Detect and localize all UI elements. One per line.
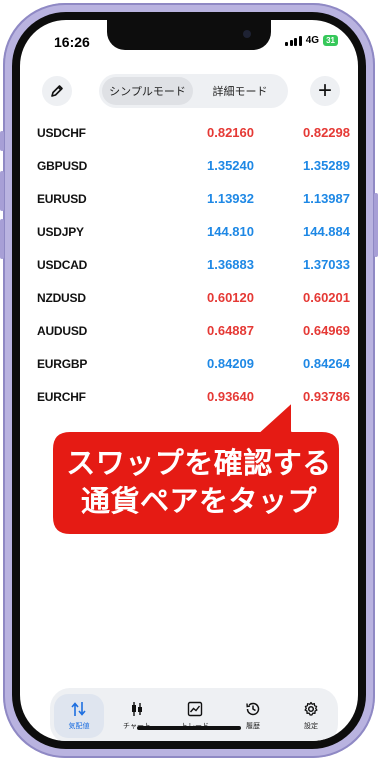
callout-line-2: 通貨ペアをタップ <box>80 486 317 518</box>
callout-line-1: スワップを確認する <box>66 448 332 480</box>
ask-price: 1.35289 <box>303 158 350 173</box>
top-bar: シンプルモード 詳細モード + <box>20 68 358 112</box>
bid-price: 0.82160 <box>207 125 254 140</box>
bid-price: 0.64887 <box>207 323 254 338</box>
ask-price: 1.13987 <box>303 191 350 206</box>
ask-price: 0.93786 <box>303 389 350 404</box>
quote-row[interactable]: USDCAD 1.36883 1.37033 <box>20 249 358 282</box>
tab-label-settings: 設定 <box>304 723 318 730</box>
ask-price: 0.60201 <box>303 290 350 305</box>
symbol-name: EURCHF <box>37 390 86 404</box>
ask-price: 0.82298 <box>303 125 350 140</box>
side-button <box>0 131 4 151</box>
candlestick-icon <box>132 702 142 716</box>
gear-icon <box>304 701 318 716</box>
app-screen: 16:26 4G 31 シンプルモード 詳細モード + USDCHF 0.821… <box>20 20 358 741</box>
signal-icon <box>285 35 302 46</box>
tab-label-history: 履歴 <box>246 723 260 730</box>
quote-list: USDCHF 0.82160 0.82298 GBPUSD 1.35240 1.35289… <box>20 117 358 414</box>
symbol-name: USDCHF <box>37 126 86 140</box>
add-symbol-button[interactable]: + <box>310 76 340 106</box>
tab-detail-mode[interactable]: 詳細モード <box>195 77 285 105</box>
quote-row[interactable]: USDJPY 144.810 144.884 <box>20 216 358 249</box>
symbol-name: AUDUSD <box>37 324 88 338</box>
notch <box>107 20 271 50</box>
bottom-tab-bar: 気配値 チャート トレード <box>50 688 338 741</box>
bid-price: 1.13932 <box>207 191 254 206</box>
history-icon <box>246 702 260 716</box>
ask-price: 1.37033 <box>303 257 350 272</box>
bid-price: 0.93640 <box>207 389 254 404</box>
tab-history[interactable]: 履歴 <box>224 688 282 741</box>
status-indicators: 4G 31 <box>285 35 338 46</box>
ask-price: 0.84264 <box>303 356 350 371</box>
symbol-name: USDCAD <box>37 258 88 272</box>
symbol-name: NZDUSD <box>37 291 86 305</box>
symbol-name: GBPUSD <box>37 159 88 173</box>
bid-price: 0.84209 <box>207 356 254 371</box>
quote-row[interactable]: EURUSD 1.13932 1.13987 <box>20 183 358 216</box>
quote-row[interactable]: EURCHF 0.93640 0.93786 <box>20 381 358 414</box>
arrows-updown-icon <box>71 702 86 716</box>
volume-up-button <box>0 171 4 211</box>
ask-price: 0.64969 <box>303 323 350 338</box>
bid-price: 0.60120 <box>207 290 254 305</box>
edit-button[interactable] <box>42 76 72 106</box>
tab-simple-mode[interactable]: シンプルモード <box>102 77 193 105</box>
callout-text: スワップを確認する 通貨ペアをタップ <box>54 445 344 521</box>
mode-toggle: シンプルモード 詳細モード <box>99 74 288 108</box>
phone-frame: 16:26 4G 31 シンプルモード 詳細モード + USDCHF 0.821… <box>0 3 378 758</box>
battery-icon: 31 <box>323 35 338 46</box>
tab-settings[interactable]: 設定 <box>282 688 340 741</box>
network-type: 4G <box>305 35 320 46</box>
bid-price: 1.36883 <box>207 257 254 272</box>
pencil-icon <box>51 85 63 97</box>
bid-price: 144.810 <box>207 224 254 239</box>
phone-bezel: 16:26 4G 31 シンプルモード 詳細モード + USDCHF 0.821… <box>12 12 366 749</box>
trade-chart-icon <box>187 701 203 717</box>
symbol-name: EURGBP <box>37 357 88 371</box>
ask-price: 144.884 <box>303 224 350 239</box>
symbol-name: USDJPY <box>37 225 84 239</box>
tab-chart[interactable]: チャート <box>108 688 166 741</box>
quote-row[interactable]: AUDUSD 0.64887 0.64969 <box>20 315 358 348</box>
quote-row[interactable]: EURGBP 0.84209 0.84264 <box>20 348 358 381</box>
quote-row[interactable]: USDCHF 0.82160 0.82298 <box>20 117 358 150</box>
tab-trade[interactable]: トレード <box>166 688 224 741</box>
quote-row[interactable]: GBPUSD 1.35240 1.35289 <box>20 150 358 183</box>
tab-label-quotes: 気配値 <box>68 723 90 730</box>
bid-price: 1.35240 <box>207 158 254 173</box>
power-button <box>374 193 378 257</box>
status-time: 16:26 <box>54 34 90 50</box>
quote-row[interactable]: NZDUSD 0.60120 0.60201 <box>20 282 358 315</box>
symbol-name: EURUSD <box>37 192 87 206</box>
volume-down-button <box>0 219 4 259</box>
camera-icon <box>243 30 251 38</box>
tab-quotes[interactable]: 気配値 <box>50 688 108 741</box>
home-indicator <box>137 726 241 730</box>
